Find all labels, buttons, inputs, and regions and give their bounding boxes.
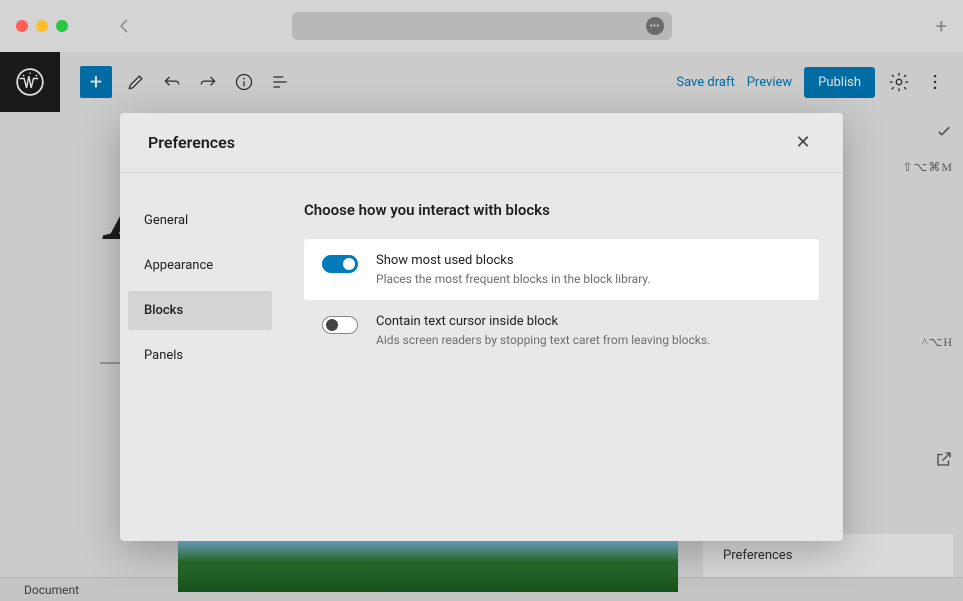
pref-contain-cursor: Contain text cursor inside block Aids sc… [304, 300, 819, 361]
sidebar-item-panels[interactable]: Panels [128, 336, 272, 375]
preferences-modal: Preferences ✕ General Appearance Blocks … [120, 113, 843, 541]
window-minimize-button[interactable] [36, 20, 48, 32]
pref-show-most-used: Show most used blocks Places the most fr… [304, 239, 819, 300]
modal-body: General Appearance Blocks Panels Choose … [120, 173, 843, 541]
modal-title: Preferences [148, 133, 235, 152]
section-heading: Choose how you interact with blocks [304, 201, 819, 219]
pref-desc-2: Aids screen readers by stopping text car… [376, 333, 801, 347]
pref-desc: Places the most frequent blocks in the b… [376, 272, 801, 286]
window-maximize-button[interactable] [56, 20, 68, 32]
toggle-show-most-used[interactable] [322, 255, 358, 273]
sidebar-item-blocks[interactable]: Blocks [128, 291, 272, 330]
sidebar-item-appearance[interactable]: Appearance [128, 246, 272, 285]
macos-title-bar: ••• + [0, 0, 963, 52]
modal-sidebar: General Appearance Blocks Panels [120, 173, 280, 541]
window-close-button[interactable] [16, 20, 28, 32]
more-icon[interactable]: ••• [646, 17, 664, 35]
close-icon[interactable]: ✕ [791, 132, 815, 153]
pref-label: Show most used blocks [376, 253, 801, 268]
traffic-lights [16, 20, 68, 32]
pref-label-2: Contain text cursor inside block [376, 314, 801, 329]
sidebar-item-general[interactable]: General [128, 201, 272, 240]
nav-back-button[interactable] [118, 18, 130, 34]
address-bar[interactable]: ••• [292, 12, 672, 40]
modal-content: Choose how you interact with blocks Show… [280, 173, 843, 541]
toggle-contain-cursor[interactable] [322, 316, 358, 334]
new-tab-button[interactable]: + [936, 14, 947, 38]
modal-header: Preferences ✕ [120, 113, 843, 173]
